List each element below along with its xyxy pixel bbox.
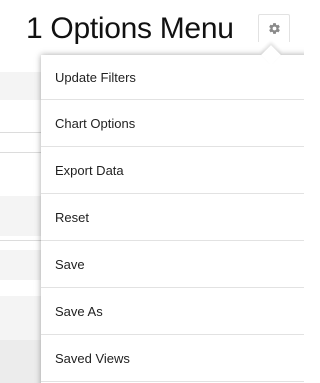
menu-item-reset[interactable]: Reset [41,194,304,241]
page-title: 1 Options Menu [26,12,234,45]
menu-item-export-data[interactable]: Export Data [41,147,304,194]
options-dropdown-menu: Update Filters Chart Options Export Data… [41,55,304,383]
menu-item-save-as[interactable]: Save As [41,288,304,335]
menu-item-update-filters[interactable]: Update Filters [41,55,304,100]
menu-item-saved-views[interactable]: Saved Views [41,335,304,382]
menu-item-chart-options[interactable]: Chart Options [41,100,304,147]
options-menu-button[interactable] [258,14,290,42]
menu-item-save[interactable]: Save [41,241,304,288]
screenshot-stage: 1 Options Menu Update Filters Chart Opti… [0,0,304,383]
gear-icon [268,23,280,34]
